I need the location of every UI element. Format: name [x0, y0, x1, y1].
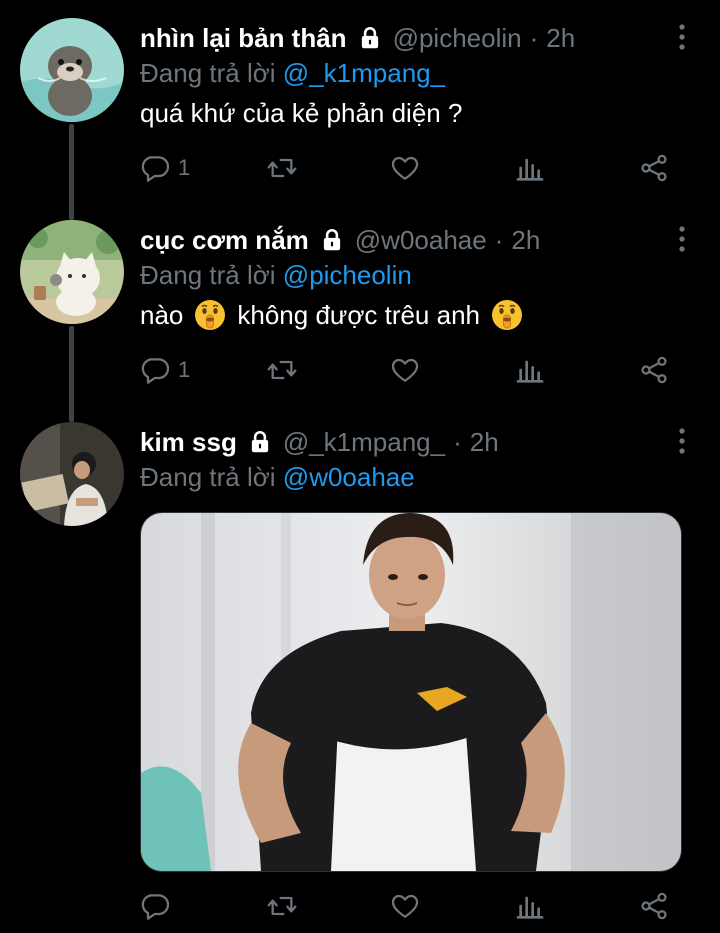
tweet-text-middle: không được trêu anh: [237, 299, 480, 330]
photo-image: [141, 513, 681, 871]
share-icon: [638, 152, 670, 184]
separator: ·: [494, 224, 504, 255]
reply-button[interactable]: 1: [140, 148, 190, 188]
shushing-face-emoji-icon: [490, 298, 524, 332]
tweet-text: quá khứ của kẻ phản diện ?: [140, 98, 463, 128]
shushing-face-emoji-icon: [193, 298, 227, 332]
retweet-button[interactable]: [266, 886, 298, 926]
cat-avatar-image: [20, 220, 124, 324]
retweet-icon: [266, 890, 298, 922]
like-button[interactable]: [389, 350, 421, 390]
reply-count: 1: [178, 155, 191, 180]
otter-avatar-image: [20, 18, 124, 122]
action-bar: 1: [140, 148, 680, 188]
lock-icon: [357, 25, 383, 51]
share-button[interactable]: [638, 350, 670, 390]
retweet-icon: [266, 152, 298, 184]
timestamp[interactable]: 2h: [511, 225, 540, 256]
reply-context: Đang trả lời @picheolin: [140, 260, 412, 291]
display-name[interactable]: cục cơm nắm: [140, 225, 309, 256]
reply-context: Đang trả lời @w0oahae: [140, 462, 415, 493]
user-handle[interactable]: @_k1mpang_: [283, 427, 445, 458]
avatar[interactable]: [20, 220, 124, 324]
separator: ·: [453, 426, 462, 457]
analytics-icon: [514, 354, 546, 386]
action-bar: [140, 886, 680, 926]
reply-mention[interactable]: @w0oahae: [283, 462, 415, 492]
tweet-header: cục cơm nắm @w0oahae · 2h: [140, 222, 660, 258]
retweet-button[interactable]: [266, 148, 298, 188]
tweet-media-photo[interactable]: [140, 512, 682, 872]
tweet-1[interactable]: nhìn lại bản thân @picheolin · 2h Đang t…: [0, 0, 720, 200]
analytics-icon: [514, 890, 546, 922]
tweet-2[interactable]: cục cơm nắm @w0oahae · 2h Đang trả lời @…: [0, 202, 720, 402]
share-button[interactable]: [638, 886, 670, 926]
timestamp[interactable]: 2h: [546, 23, 575, 54]
reply-button[interactable]: 1: [140, 350, 190, 390]
share-icon: [638, 890, 670, 922]
action-bar: 1: [140, 350, 680, 390]
like-icon: [389, 354, 421, 386]
reply-prefix: Đang trả lời: [140, 58, 276, 88]
lock-icon: [319, 227, 345, 253]
user-handle[interactable]: @w0oahae: [355, 225, 487, 256]
tweet-header: kim ssg @_k1mpang_ · 2h: [140, 424, 660, 460]
tweet-header: nhìn lại bản thân @picheolin · 2h: [140, 20, 660, 56]
reply-count: 1: [178, 357, 191, 382]
reply-button[interactable]: [140, 886, 178, 926]
reply-mention[interactable]: @_k1mpang_: [283, 58, 445, 88]
display-name[interactable]: nhìn lại bản thân: [140, 23, 347, 54]
timestamp[interactable]: 2h: [470, 427, 499, 458]
reply-icon: [140, 354, 172, 386]
tweet-text: nào không được trêu anh: [140, 298, 534, 332]
analytics-button[interactable]: [514, 148, 546, 188]
more-icon[interactable]: [676, 22, 688, 52]
separator: ·: [529, 22, 539, 53]
reply-mention[interactable]: @picheolin: [283, 260, 412, 290]
display-name[interactable]: kim ssg: [140, 427, 237, 458]
user-handle[interactable]: @picheolin: [393, 23, 522, 54]
avatar[interactable]: [20, 18, 124, 122]
like-icon: [389, 890, 421, 922]
more-icon[interactable]: [676, 224, 688, 254]
more-icon[interactable]: [676, 426, 688, 456]
reply-icon: [140, 890, 172, 922]
lock-icon: [247, 429, 273, 455]
reply-icon: [140, 152, 172, 184]
analytics-icon: [514, 152, 546, 184]
analytics-button[interactable]: [514, 886, 546, 926]
retweet-button[interactable]: [266, 350, 298, 390]
retweet-icon: [266, 354, 298, 386]
person-avatar-image: [20, 422, 124, 526]
tweet-text-start: nào: [140, 299, 184, 330]
analytics-button[interactable]: [514, 350, 546, 390]
share-button[interactable]: [638, 148, 670, 188]
reply-prefix: Đang trả lời: [140, 260, 276, 290]
like-icon: [389, 152, 421, 184]
avatar[interactable]: [20, 422, 124, 526]
like-button[interactable]: [389, 148, 421, 188]
reply-context: Đang trả lời @_k1mpang_: [140, 58, 445, 89]
like-button[interactable]: [389, 886, 421, 926]
reply-prefix: Đang trả lời: [140, 462, 276, 492]
share-icon: [638, 354, 670, 386]
